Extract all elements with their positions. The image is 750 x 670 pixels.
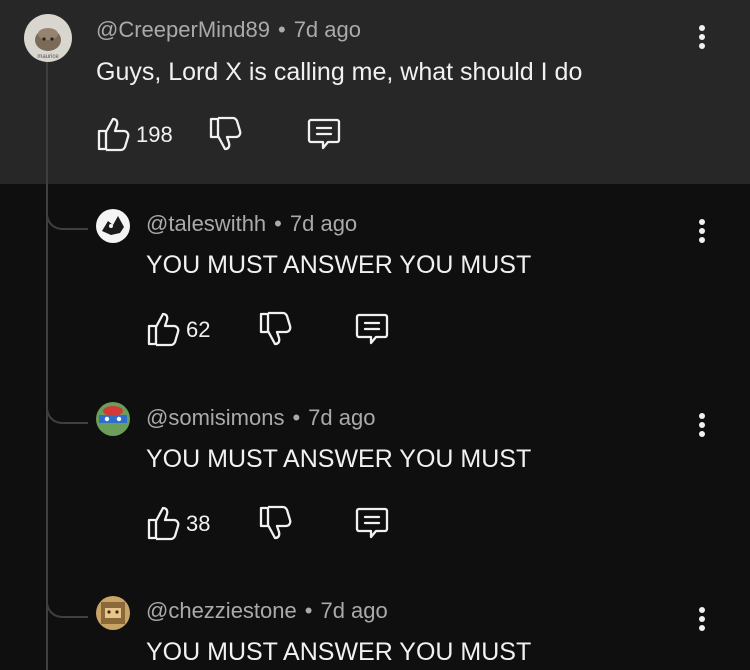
avatar[interactable]	[96, 209, 130, 243]
thumbs-down-icon[interactable]	[258, 505, 292, 541]
comment-meta: @chezziestone • 7d ago	[146, 598, 388, 624]
separator-dot: •	[277, 17, 286, 42]
comment-icon[interactable]	[306, 116, 342, 152]
thumbs-up-icon[interactable]	[96, 116, 130, 152]
more-vertical-icon[interactable]	[697, 413, 707, 443]
comment-time[interactable]: 7d ago	[308, 405, 375, 430]
comment-thread: maurice @CreeperMind89 • 7d ago Guys, Lord…	[0, 0, 750, 670]
author-handle[interactable]: @taleswithh	[146, 211, 266, 236]
avatar[interactable]	[96, 402, 130, 436]
avatar-caption: maurice	[37, 54, 59, 60]
comment-actions: 38	[146, 505, 406, 545]
comment-time[interactable]: 7d ago	[294, 17, 361, 42]
separator-dot: •	[304, 598, 313, 623]
comment-text: YOU MUST ANSWER YOU MUST	[146, 638, 532, 666]
avatar[interactable]: maurice	[24, 14, 72, 62]
comment-meta: @somisimons • 7d ago	[146, 405, 375, 431]
comment-icon[interactable]	[354, 311, 390, 347]
thread-line	[46, 62, 48, 670]
thread-branch	[46, 596, 88, 618]
comment-actions: 62	[146, 311, 406, 351]
like-count: 198	[136, 122, 173, 147]
comment-meta: @CreeperMind89 • 7d ago	[96, 17, 361, 43]
more-vertical-icon[interactable]	[697, 607, 707, 637]
thumbs-down-icon[interactable]	[208, 116, 242, 152]
thread-branch	[46, 402, 88, 424]
comment-text: YOU MUST ANSWER YOU MUST	[146, 251, 532, 279]
more-vertical-icon[interactable]	[697, 25, 707, 55]
comment-actions: 198	[96, 116, 396, 156]
comment-meta: @taleswithh • 7d ago	[146, 211, 357, 237]
thumbs-up-icon[interactable]	[146, 311, 180, 347]
author-handle[interactable]: @chezziestone	[146, 598, 297, 623]
author-handle[interactable]: @somisimons	[146, 405, 284, 430]
thread-branch	[46, 208, 88, 230]
thumbs-up-icon[interactable]	[146, 505, 180, 541]
comment-text: YOU MUST ANSWER YOU MUST	[146, 445, 532, 473]
comment-icon[interactable]	[354, 505, 390, 541]
avatar[interactable]	[96, 596, 130, 630]
comment-time[interactable]: 7d ago	[290, 211, 357, 236]
author-handle[interactable]: @CreeperMind89	[96, 17, 270, 42]
comment-text: Guys, Lord X is calling me, what should …	[96, 58, 583, 86]
like-count: 38	[186, 511, 211, 536]
comment-time[interactable]: 7d ago	[320, 598, 387, 623]
separator-dot: •	[274, 211, 282, 236]
like-count: 62	[186, 317, 211, 342]
more-vertical-icon[interactable]	[697, 219, 707, 249]
separator-dot: •	[292, 405, 301, 430]
thumbs-down-icon[interactable]	[258, 311, 292, 347]
